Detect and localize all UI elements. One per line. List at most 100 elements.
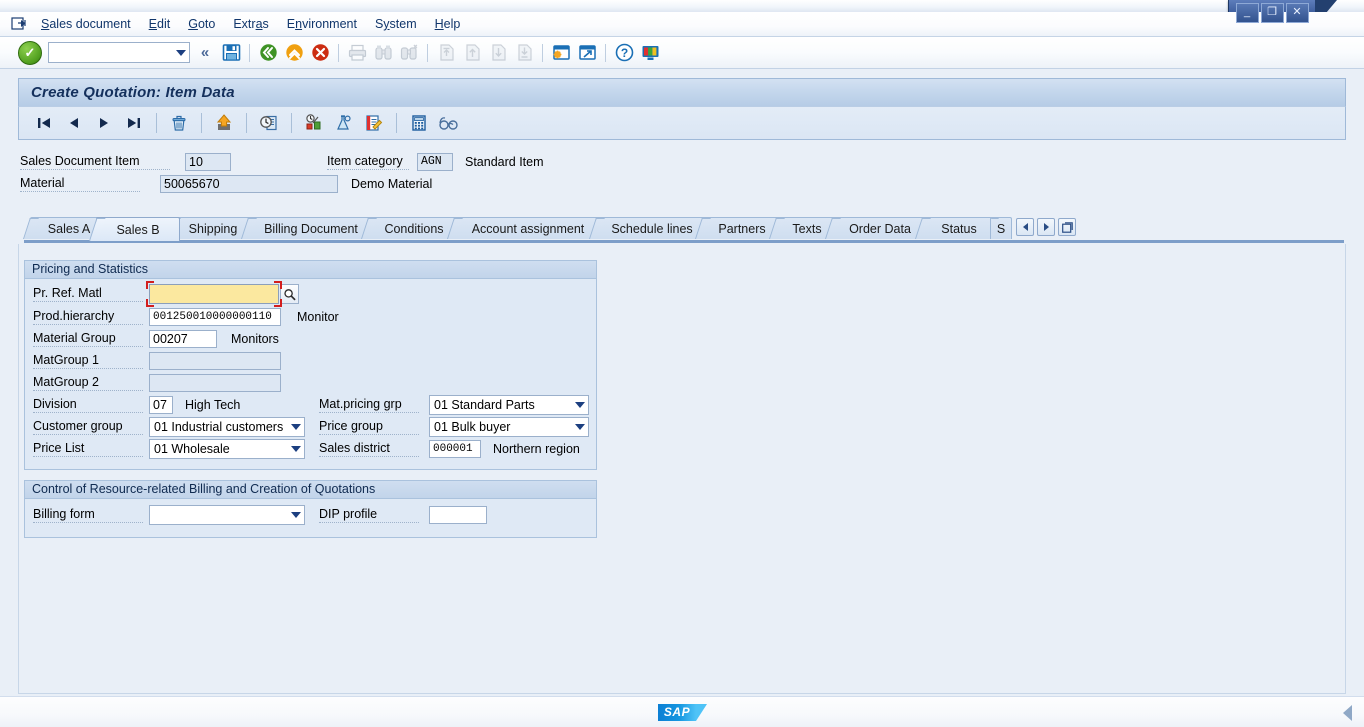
page-up-icon[interactable] — [460, 41, 484, 65]
tab-list-icon[interactable] — [1058, 218, 1076, 236]
flask-configuration-icon[interactable] — [331, 110, 357, 136]
page-last-icon[interactable] — [512, 41, 536, 65]
enter-check-icon[interactable]: ✓ — [18, 40, 42, 65]
page-title: Create Quotation: Item Data — [18, 78, 1346, 106]
new-session-icon[interactable] — [549, 41, 573, 65]
chevron-down-icon[interactable] — [287, 506, 304, 524]
menu-environment[interactable]: Environment — [278, 15, 366, 33]
tab-sales-b-label: Sales B — [116, 222, 160, 237]
binoculars-icon[interactable] — [371, 41, 395, 65]
tab-status[interactable]: Status — [922, 217, 996, 239]
menu-system[interactable]: System — [366, 15, 426, 33]
page-down-icon[interactable] — [486, 41, 510, 65]
tab-billing-document[interactable]: Billing Document — [248, 217, 374, 239]
pr-ref-matl-label: Pr. Ref. Matl — [33, 286, 143, 302]
floppy-save-icon[interactable] — [219, 41, 243, 65]
document-clock-icon[interactable] — [256, 110, 282, 136]
chevron-down-icon[interactable] — [571, 418, 588, 436]
pr-ref-matl-field-wrapper — [146, 281, 282, 307]
customize-layout-icon[interactable] — [638, 41, 662, 65]
tab-conditions[interactable]: Conditions — [368, 217, 460, 239]
price-list-combo[interactable]: 01 Wholesale — [149, 439, 305, 459]
chevron-down-icon[interactable] — [172, 44, 189, 61]
material-input[interactable] — [160, 175, 338, 193]
price-group-value: 01 Bulk buyer — [434, 420, 511, 434]
prod-hierarchy-input[interactable] — [149, 308, 281, 326]
page-first-icon[interactable] — [434, 41, 458, 65]
binoculars-plus-icon[interactable] — [397, 41, 421, 65]
customer-group-combo[interactable]: 01 Industrial customers — [149, 417, 305, 437]
command-field[interactable] — [48, 42, 190, 63]
tab-scroll-right-icon[interactable] — [1037, 218, 1055, 236]
printer-icon[interactable] — [345, 41, 369, 65]
chevron-down-icon[interactable] — [571, 396, 588, 414]
tab-sales-a-label: Sales A — [47, 221, 91, 236]
trash-can-icon[interactable] — [166, 110, 192, 136]
menu-help[interactable]: Help — [426, 15, 470, 33]
matgroup2-input[interactable] — [149, 374, 281, 392]
focus-bracket-bottom-left — [146, 299, 154, 307]
minimize-button[interactable]: _ — [1235, 3, 1259, 23]
tab-partial-s-label: S — [996, 221, 1006, 236]
application-toolbar — [18, 106, 1346, 140]
resize-grip-icon[interactable] — [1343, 705, 1352, 721]
tab-texts-label: Texts — [792, 221, 822, 236]
first-record-icon[interactable] — [31, 110, 57, 136]
search-help-icon[interactable] — [280, 284, 299, 304]
previous-record-icon[interactable] — [61, 110, 87, 136]
tab-account-assignment[interactable]: Account assignment — [454, 217, 602, 239]
next-record-icon[interactable] — [91, 110, 117, 136]
mat-pricing-grp-combo[interactable]: 01 Standard Parts — [429, 395, 589, 415]
double-chevron-left-icon[interactable]: « — [193, 41, 217, 65]
menu-edit[interactable]: Edit — [140, 15, 180, 33]
eyeglasses-icon[interactable] — [436, 110, 462, 136]
restore-button[interactable]: ❐ — [1260, 3, 1284, 23]
shortcut-arrow-icon[interactable] — [575, 41, 599, 65]
tab-schedule-lines-label: Schedule lines — [611, 221, 693, 236]
menu-extras[interactable]: Extras — [224, 15, 277, 33]
menu-goto[interactable]: Goto — [179, 15, 224, 33]
price-group-combo[interactable]: 01 Bulk buyer — [429, 417, 589, 437]
last-record-icon[interactable] — [121, 110, 147, 136]
tab-partial-s[interactable]: S — [990, 217, 1012, 239]
menu-extras-label: s — [262, 17, 269, 31]
sales-district-input[interactable] — [429, 440, 481, 458]
tab-schedule-lines[interactable]: Schedule lines — [596, 217, 708, 239]
availability-check-icon[interactable] — [301, 110, 327, 136]
menu-edit-label: dit — [157, 17, 171, 31]
tab-order-data[interactable]: Order Data — [832, 217, 928, 239]
note-pencil-icon[interactable] — [361, 110, 387, 136]
billing-form-label: Billing form — [33, 507, 143, 523]
menu-sales-document[interactable]: Sales document — [32, 15, 140, 33]
matgroup1-input[interactable] — [149, 352, 281, 370]
dip-profile-input[interactable] — [429, 506, 487, 524]
system-toolbar: ✓ « ? — [0, 37, 1364, 69]
calculator-icon[interactable] — [406, 110, 432, 136]
green-back-arrow-icon[interactable] — [256, 41, 280, 65]
orange-up-arrow-house-icon[interactable] — [211, 110, 237, 136]
tab-strip: Sales A Sales B Shipping Billing Documen… — [24, 217, 1344, 241]
focus-bracket-bottom-right — [274, 299, 282, 307]
orange-exit-up-icon[interactable] — [282, 41, 306, 65]
item-category-input[interactable] — [417, 153, 453, 171]
red-cancel-x-icon[interactable] — [308, 41, 332, 65]
focus-bracket-top-right — [274, 281, 282, 289]
command-input[interactable] — [49, 43, 172, 62]
chevron-down-icon[interactable] — [287, 440, 304, 458]
sap-logo: SAP — [658, 703, 707, 721]
chevron-down-icon[interactable] — [287, 418, 304, 436]
tab-sales-b[interactable]: Sales B — [96, 217, 180, 241]
sales-district-text: Northern region — [493, 442, 580, 456]
mat-pricing-grp-value: 01 Standard Parts — [434, 398, 535, 412]
system-menu-icon[interactable] — [6, 13, 32, 35]
sales-document-item-input[interactable] — [185, 153, 231, 171]
tab-scroll-left-icon[interactable] — [1016, 218, 1034, 236]
division-input[interactable] — [149, 396, 173, 414]
sales-district-label: Sales district — [319, 441, 419, 457]
question-help-icon[interactable]: ? — [612, 41, 636, 65]
material-group-input[interactable] — [149, 330, 217, 348]
pr-ref-matl-input[interactable] — [149, 284, 279, 304]
billing-form-combo[interactable] — [149, 505, 305, 525]
tab-status-label: Status — [941, 221, 977, 236]
close-button[interactable]: ✕ — [1285, 3, 1309, 23]
